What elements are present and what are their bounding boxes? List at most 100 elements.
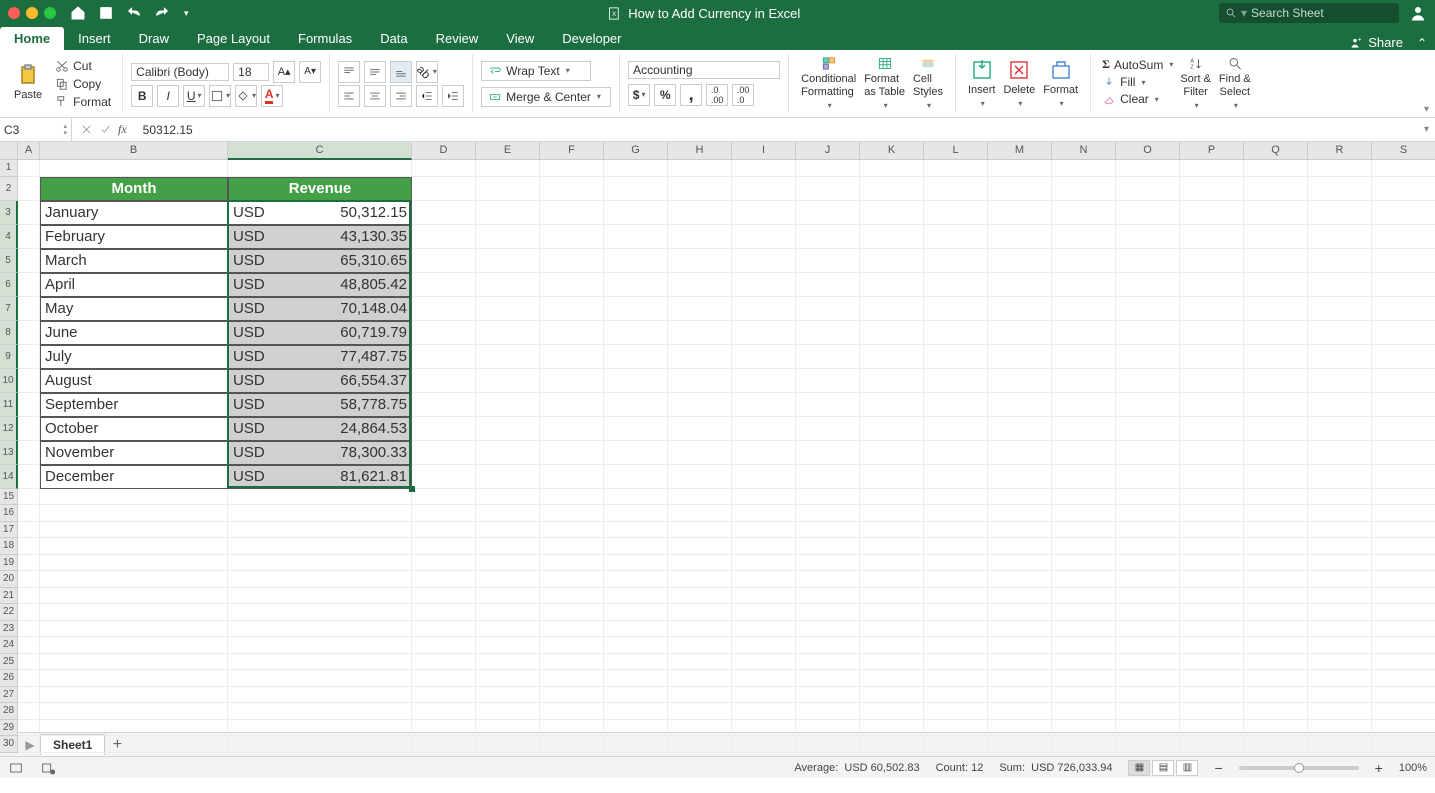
tab-insert[interactable]: Insert <box>64 27 125 50</box>
row-header-15[interactable]: 15 <box>0 489 18 506</box>
cell-b2-header-month[interactable]: Month <box>40 177 228 201</box>
font-size-select[interactable]: 18 <box>233 63 269 81</box>
cell-b9-month[interactable]: July <box>40 345 228 369</box>
cell-styles-button[interactable]: Cell Styles <box>909 56 947 111</box>
cell-c8-revenue[interactable]: USD60,719.79 <box>228 321 412 345</box>
conditional-formatting-button[interactable]: Conditional Formatting <box>797 56 860 111</box>
column-header-b[interactable]: B <box>40 142 228 160</box>
zoom-in-button[interactable]: + <box>1375 760 1383 776</box>
cell-c6-revenue[interactable]: USD48,805.42 <box>228 273 412 297</box>
cell-b10-month[interactable]: August <box>40 369 228 393</box>
cell-c13-revenue[interactable]: USD78,300.33 <box>228 441 412 465</box>
fill-button[interactable]: Fill <box>1099 74 1176 90</box>
border-button[interactable] <box>209 85 231 107</box>
align-bottom-button[interactable] <box>390 61 412 83</box>
cell-b5-month[interactable]: March <box>40 249 228 273</box>
orientation-button[interactable]: ab <box>416 61 438 83</box>
cell-b11-month[interactable]: September <box>40 393 228 417</box>
column-header-g[interactable]: G <box>604 142 668 160</box>
cell-c11-revenue[interactable]: USD58,778.75 <box>228 393 412 417</box>
cell-b12-month[interactable]: October <box>40 417 228 441</box>
row-header-8[interactable]: 8 <box>0 321 18 345</box>
column-header-o[interactable]: O <box>1116 142 1180 160</box>
tab-data[interactable]: Data <box>366 27 421 50</box>
font-color-button[interactable]: A <box>261 85 283 107</box>
cell-b8-month[interactable]: June <box>40 321 228 345</box>
clear-button[interactable]: Clear <box>1099 91 1176 107</box>
paste-button[interactable]: Paste <box>10 63 46 104</box>
fill-color-button[interactable] <box>235 85 257 107</box>
tab-developer[interactable]: Developer <box>548 27 635 50</box>
column-header-k[interactable]: K <box>860 142 924 160</box>
increase-font-size-button[interactable]: A▴ <box>273 61 295 83</box>
cell-b13-month[interactable]: November <box>40 441 228 465</box>
column-header-p[interactable]: P <box>1180 142 1244 160</box>
cut-button[interactable]: Cut <box>52 58 114 74</box>
row-header-17[interactable]: 17 <box>0 522 18 539</box>
row-header-22[interactable]: 22 <box>0 604 18 621</box>
row-header-10[interactable]: 10 <box>0 369 18 393</box>
page-layout-view-button[interactable]: ▤ <box>1152 760 1174 776</box>
row-header-5[interactable]: 5 <box>0 249 18 273</box>
row-header-19[interactable]: 19 <box>0 555 18 572</box>
row-header-4[interactable]: 4 <box>0 225 18 249</box>
cell-b3-month[interactable]: January <box>40 201 228 225</box>
search-sheet-input[interactable]: ▾ Search Sheet <box>1219 3 1399 23</box>
percent-format-button[interactable]: % <box>654 84 676 106</box>
undo-icon[interactable] <box>126 5 142 21</box>
row-header-30[interactable]: 30 <box>0 736 18 753</box>
tab-page-layout[interactable]: Page Layout <box>183 27 284 50</box>
row-header-14[interactable]: 14 <box>0 465 18 489</box>
row-header-28[interactable]: 28 <box>0 703 18 720</box>
cell-b7-month[interactable]: May <box>40 297 228 321</box>
row-header-20[interactable]: 20 <box>0 571 18 588</box>
format-as-table-button[interactable]: Format as Table <box>860 56 909 111</box>
cell-b14-month[interactable]: December <box>40 465 228 489</box>
row-header-2[interactable]: 2 <box>0 177 18 201</box>
bold-button[interactable]: B <box>131 85 153 107</box>
italic-button[interactable]: I <box>157 85 179 107</box>
comma-format-button[interactable]: , <box>680 84 702 106</box>
name-box[interactable]: C3▴▾ <box>0 118 72 141</box>
cancel-formula-icon[interactable] <box>80 123 93 136</box>
wrap-text-button[interactable]: Wrap Text <box>481 61 591 81</box>
decrease-decimal-button[interactable]: .00.0 <box>732 84 754 106</box>
decrease-indent-button[interactable] <box>416 85 438 107</box>
column-header-j[interactable]: J <box>796 142 860 160</box>
row-header-21[interactable]: 21 <box>0 588 18 605</box>
column-header-q[interactable]: Q <box>1244 142 1308 160</box>
share-button[interactable]: Share <box>1368 35 1403 50</box>
cell-c3-revenue[interactable]: USD50,312.15 <box>228 201 412 225</box>
row-header-25[interactable]: 25 <box>0 654 18 671</box>
column-header-l[interactable]: L <box>924 142 988 160</box>
find-select-button[interactable]: Find & Select <box>1215 56 1255 111</box>
increase-indent-button[interactable] <box>442 85 464 107</box>
row-header-7[interactable]: 7 <box>0 297 18 321</box>
maximize-window-button[interactable] <box>44 7 56 19</box>
insert-cells-button[interactable]: Insert <box>964 56 1000 111</box>
column-header-i[interactable]: I <box>732 142 796 160</box>
row-header-26[interactable]: 26 <box>0 670 18 687</box>
user-icon[interactable] <box>1409 4 1427 22</box>
copy-button[interactable]: Copy <box>52 76 114 92</box>
row-header-16[interactable]: 16 <box>0 505 18 522</box>
autosum-button[interactable]: ΣAutoSum <box>1099 56 1176 73</box>
tab-formulas[interactable]: Formulas <box>284 27 366 50</box>
confirm-formula-icon[interactable] <box>99 123 112 136</box>
column-header-d[interactable]: D <box>412 142 476 160</box>
formula-input[interactable]: 50312.15 <box>135 118 1418 141</box>
zoom-level[interactable]: 100% <box>1399 762 1427 774</box>
row-header-3[interactable]: 3 <box>0 201 18 225</box>
align-right-button[interactable] <box>390 85 412 107</box>
align-left-button[interactable] <box>338 85 360 107</box>
column-header-m[interactable]: M <box>988 142 1052 160</box>
row-header-23[interactable]: 23 <box>0 621 18 638</box>
cell-c4-revenue[interactable]: USD43,130.35 <box>228 225 412 249</box>
tab-home[interactable]: Home <box>0 27 64 50</box>
tab-view[interactable]: View <box>492 27 548 50</box>
cell-c7-revenue[interactable]: USD70,148.04 <box>228 297 412 321</box>
column-header-c[interactable]: C <box>228 142 412 160</box>
increase-decimal-button[interactable]: .0.00 <box>706 84 728 106</box>
select-all-corner[interactable] <box>0 142 18 160</box>
close-window-button[interactable] <box>8 7 20 19</box>
